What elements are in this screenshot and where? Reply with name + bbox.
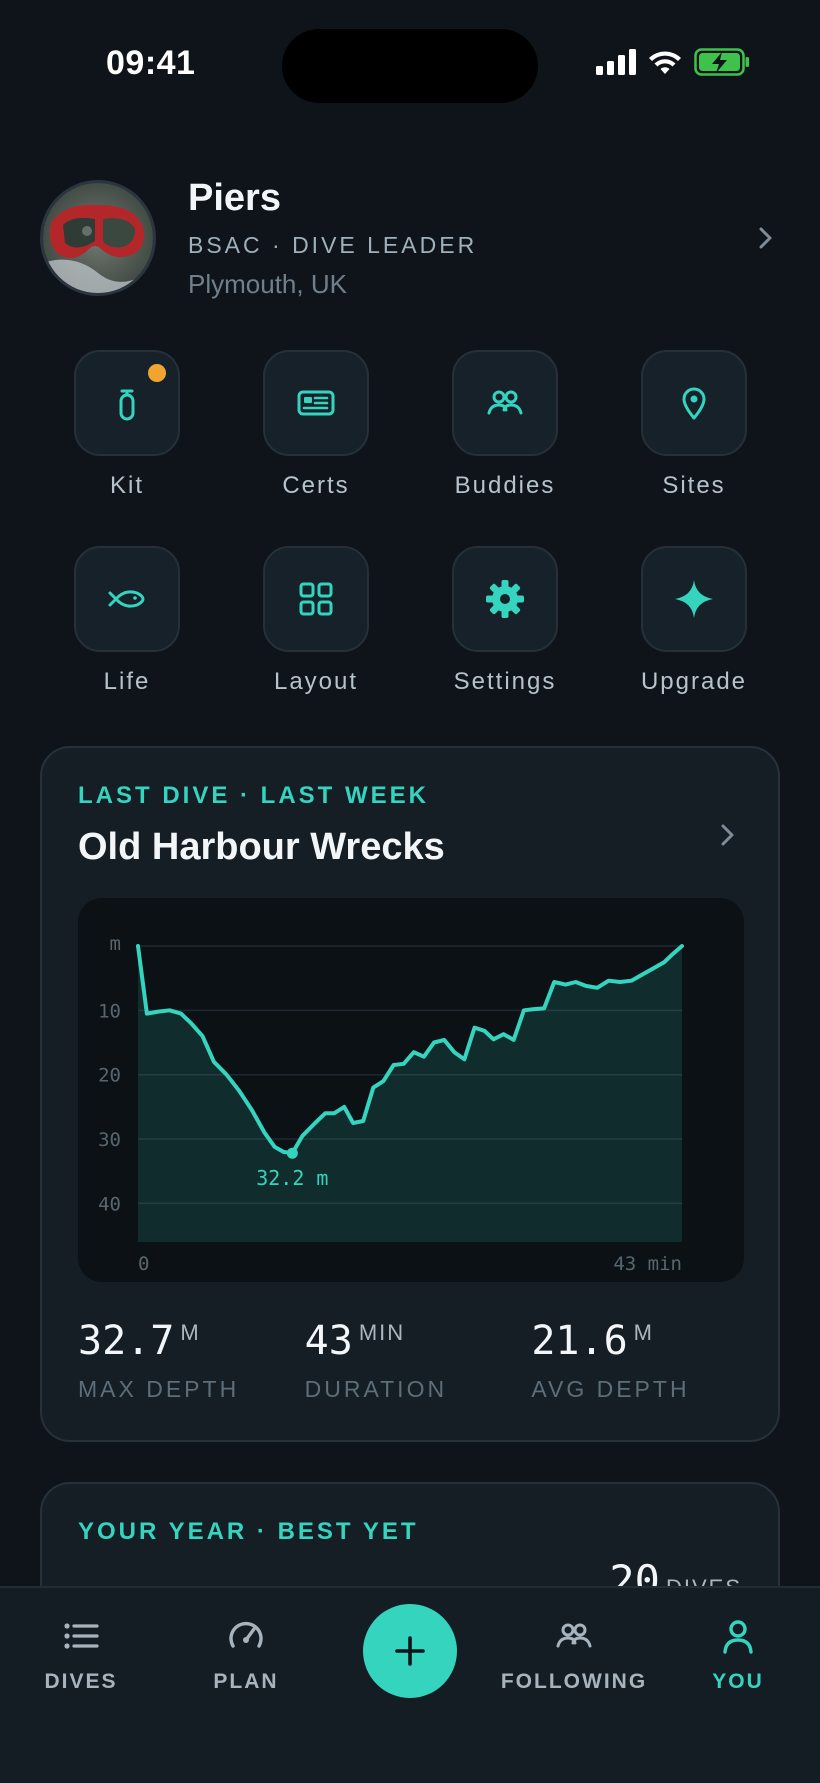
notification-badge [148,364,166,382]
shortcut-buddies[interactable]: Buddies [452,350,558,500]
shortcut-settings[interactable]: Settings [452,546,558,696]
y-tick-label: 10 [98,1000,121,1022]
shortcut-sites[interactable]: Sites [641,350,747,500]
shortcut-upgrade-button[interactable] [641,546,747,652]
gear-icon [486,580,524,618]
chevron-right-icon[interactable] [712,820,742,850]
chevron-right-icon[interactable] [750,223,780,253]
x-end-label: 43 min [613,1253,682,1275]
shortcut-layout-button[interactable] [263,546,369,652]
dive-profile-svg: m 0 43 min 10 20 30 40 32.2 m [98,933,684,1275]
shortcut-layout[interactable]: Layout [263,546,369,696]
cellular-signal-icon [596,49,636,75]
stat-value: 21.6 [531,1318,628,1364]
max-depth-point [286,1147,298,1159]
x-start-label: 0 [138,1253,149,1275]
shortcut-life[interactable]: Life [74,546,180,696]
y-tick-label: 40 [98,1193,121,1215]
y-tick-label: 20 [98,1065,121,1087]
depth-area [138,946,682,1242]
stat-label: DURATION [304,1376,448,1402]
fish-icon [108,590,145,608]
y-unit-label: m [110,933,121,955]
profile-row[interactable]: Piers BSAC · DIVE LEADER Plymouth, UK [40,177,780,300]
tank-icon [119,389,135,421]
status-time: 09:41 [106,44,196,82]
stat-value: 32.7 [78,1318,175,1364]
stat-value: 43 [304,1318,353,1364]
person-icon [723,1620,753,1654]
tab-following[interactable]: FOLLOWING [499,1616,649,1694]
tab-label: YOU [712,1670,764,1693]
last-dive-kicker: LAST DIVE · LAST WEEK [78,782,429,809]
avatar[interactable] [40,180,156,296]
shortcut-label: Upgrade [640,668,748,695]
profile-name: Piers [188,176,281,219]
battery-charging-icon [694,48,749,76]
stat-unit: M [180,1320,201,1345]
last-dive-title: Old Harbour Wrecks [78,826,445,868]
wifi-icon [649,51,681,74]
tab-bar: DIVES PLAN FOLLOWING YOU [0,1586,820,1783]
year-kicker: YOUR YEAR · BEST YET [78,1518,419,1545]
id-card-icon [297,390,335,416]
shortcut-label: Sites [662,472,726,499]
dive-profile-chart: m 0 43 min 10 20 30 40 32.2 m [78,898,744,1282]
shortcut-certs[interactable]: Certs [263,350,369,500]
add-dive-button[interactable] [363,1604,457,1698]
max-depth-label: 32.2 m [256,1166,328,1190]
tab-plan[interactable]: PLAN [171,1616,321,1694]
last-dive-card[interactable]: LAST DIVE · LAST WEEK Old Harbour Wrecks… [40,746,780,1442]
plus-icon [395,1636,425,1666]
shortcut-label: Settings [453,668,557,695]
shortcut-buddies-button[interactable] [452,350,558,456]
shortcut-sites-button[interactable] [641,350,747,456]
gauge-icon [229,1621,263,1648]
stat-max-depth: 32.7 M MAX DEPTH [78,1318,305,1403]
y-tick-label: 30 [98,1129,121,1151]
shortcut-upgrade[interactable]: Upgrade [641,546,747,696]
stat-unit: MIN [358,1320,406,1345]
stat-label: MAX DEPTH [78,1376,240,1402]
profile-role: BSAC · DIVE LEADER [188,231,478,258]
profile-text: Piers BSAC · DIVE LEADER Plymouth, UK [188,177,750,300]
shortcut-certs-button[interactable] [263,350,369,456]
profile-location: Plymouth, UK [188,268,347,299]
stat-avg-depth: 21.6 M AVG DEPTH [531,1318,758,1403]
stat-duration: 43 MIN DURATION [305,1318,532,1403]
tab-you[interactable]: YOU [663,1616,813,1694]
status-icons [596,48,750,76]
status-bar: 09:41 [0,0,820,130]
dynamic-island [282,29,538,103]
shortcut-label: Kit [109,472,144,499]
buddies-icon [487,390,523,415]
stat-label: AVG DEPTH [531,1376,690,1402]
shortcut-life-button[interactable] [74,546,180,652]
shortcut-label: Buddies [454,472,556,499]
tab-label: FOLLOWING [500,1670,648,1693]
stat-unit: M [633,1320,654,1345]
pin-icon [682,387,706,420]
shortcut-label: Life [103,668,151,695]
shortcut-kit-button[interactable] [74,350,180,456]
sparkle-icon [675,580,713,618]
shortcut-label: Certs [282,472,350,499]
grid-icon [299,582,333,616]
dive-stats: 32.7 M MAX DEPTH 43 MIN DURATION 21.6 M AVG… [78,1318,758,1403]
tab-label: DIVES [44,1670,118,1693]
list-icon [64,1623,99,1649]
tab-label: PLAN [213,1670,279,1693]
people-icon [556,1623,592,1648]
tab-dives[interactable]: DIVES [6,1616,156,1694]
shortcut-grid: Kit Certs Buddies Sites Life Layout Sett… [74,350,747,696]
shortcut-label: Layout [273,668,359,695]
shortcut-settings-button[interactable] [452,546,558,652]
shortcut-kit[interactable]: Kit [74,350,180,500]
